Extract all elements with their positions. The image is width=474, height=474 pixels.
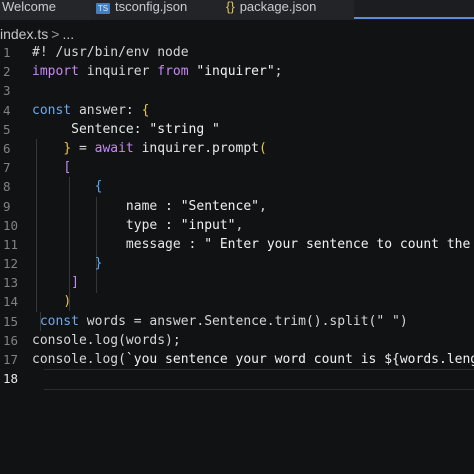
line-number: 4 (3, 102, 11, 118)
code-line-10: type : "input", (32, 216, 474, 235)
operator: = (71, 140, 95, 156)
code-line-4: const answer: { (32, 101, 474, 120)
string: "inquirer" (188, 64, 275, 80)
line-number: 14 (3, 294, 19, 310)
brace: { (141, 102, 150, 118)
code-line-16: console.log(words); (32, 331, 474, 350)
code-line-11: message : " Enter your sentence to count… (32, 235, 474, 254)
line-number: 9 (3, 198, 11, 214)
line-number: 10 (3, 217, 19, 233)
tab-tsconfig[interactable]: TS tsconfig.json (90, 0, 220, 20)
code-line-7: [ (32, 158, 474, 177)
code-line-13: ] (32, 273, 474, 292)
keyword: await (94, 140, 134, 156)
line-number: 6 (3, 140, 11, 156)
call: console.log( (32, 352, 126, 367)
bracket: [ (63, 160, 72, 176)
paren: ( (259, 140, 267, 156)
paren: ) (63, 294, 72, 310)
line-number: 11 (3, 236, 19, 252)
tab-package-json[interactable]: {} package.json (218, 0, 358, 20)
string: "Sentence" (180, 198, 259, 214)
line-number: 7 (3, 160, 11, 176)
line-number: 12 (3, 256, 19, 272)
brace: } (63, 140, 72, 156)
punct: ; (274, 64, 283, 80)
line-number: 1 (3, 45, 11, 60)
statement: words = answer.Sentence.trim().split(" "… (78, 313, 408, 329)
tab-label: Welcome (2, 0, 56, 14)
tab-label: tsconfig.json (115, 0, 188, 14)
call: inquirer.prompt (133, 140, 259, 156)
string: " Enter your sentence to count the w (204, 236, 474, 252)
line-number-active: 18 (3, 371, 19, 387)
code-line-1: #! /usr/bin/env node (32, 43, 474, 62)
bracket: ] (71, 275, 79, 291)
punct: , (235, 217, 244, 233)
line-number: 8 (3, 179, 11, 195)
property: name : (125, 198, 181, 214)
code-line-12: } (32, 254, 474, 273)
brace: { (94, 179, 103, 195)
punct: , (259, 198, 267, 214)
code-lines: #! /usr/bin/env node import inquirer fro… (32, 43, 474, 391)
active-tab-indicator (354, 17, 474, 19)
identifier: answer: (71, 102, 142, 118)
template-string: `you sentence your word count is ${words… (125, 352, 474, 367)
line-number: 17 (3, 352, 19, 367)
code-line-18-current[interactable] (44, 369, 474, 391)
tab-label: package.json (239, 0, 317, 14)
property: type : (125, 217, 181, 233)
typescript-icon: TS (96, 3, 110, 14)
property: message : (125, 236, 205, 252)
code-line-8: { (32, 177, 474, 196)
code-line-2: import inquirer from "inquirer"; (32, 62, 474, 81)
tab-welcome[interactable]: Welcome (0, 0, 90, 20)
line-number-gutter: 1 2 3 4 5 6 7 8 9 10 11 12 13 14 15 16 1… (0, 43, 22, 388)
line-number: 3 (3, 83, 11, 99)
code-line-6: } = await inquirer.prompt( (32, 139, 474, 158)
breadcrumb-more[interactable]: ... (62, 26, 74, 42)
breadcrumb-file[interactable]: index.ts (0, 26, 48, 42)
code-line-14: ) (32, 292, 474, 311)
code-line-5: Sentence: "string " (32, 120, 474, 139)
property: Sentence: (71, 121, 150, 137)
breadcrumb-separator-icon: > (51, 26, 60, 42)
code-line-17: console.log(`you sentence your word coun… (32, 350, 474, 369)
line-number: 16 (3, 332, 19, 348)
shebang: #! /usr/bin/env node (32, 45, 189, 60)
keyword: from (157, 64, 189, 80)
code-line-9: name : "Sentence", (32, 197, 474, 216)
keyword: import (32, 64, 79, 80)
line-number: 5 (3, 121, 11, 137)
breadcrumb: index.ts >... (0, 24, 74, 44)
string: "input" (180, 217, 236, 233)
keyword: const (39, 313, 79, 329)
brace: } (94, 256, 103, 272)
statement: console.log(words); (32, 332, 181, 348)
string: "string " (149, 121, 220, 137)
identifier: inquirer (78, 64, 158, 80)
code-editor[interactable]: 1 2 3 4 5 6 7 8 9 10 11 12 13 14 15 16 1… (0, 43, 474, 474)
line-number: 13 (3, 275, 19, 291)
editor-tab-bar: Welcome TS tsconfig.json {} package.json (0, 0, 474, 20)
json-braces-icon: {} (226, 0, 235, 14)
keyword: const (32, 102, 72, 118)
line-number: 2 (3, 64, 11, 80)
line-number: 15 (3, 313, 19, 329)
code-line-15: const words = answer.Sentence.trim().spl… (32, 312, 474, 331)
